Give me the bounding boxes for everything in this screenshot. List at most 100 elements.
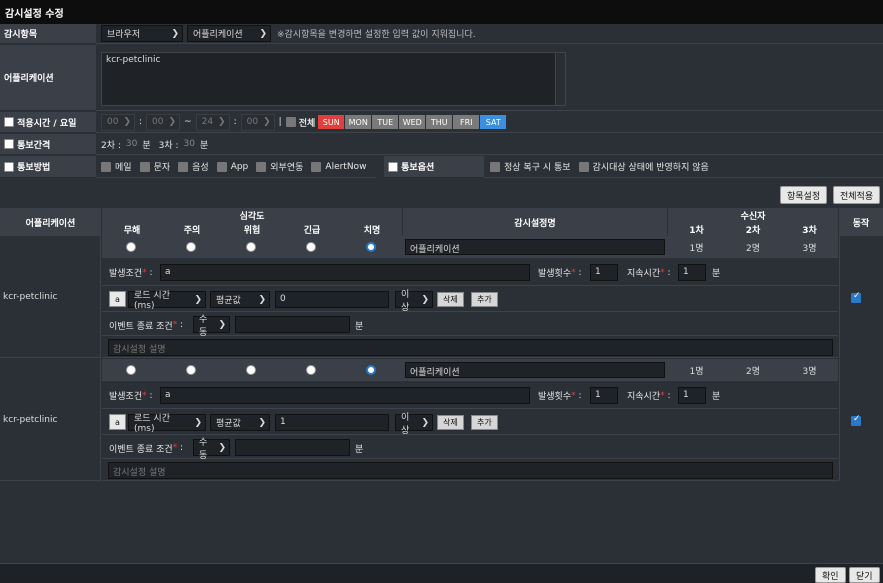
chevron-down-icon: ❯ — [168, 117, 177, 127]
chevron-down-icon: ❯ — [218, 319, 226, 330]
day-wed[interactable]: WED — [399, 115, 426, 129]
row2-delete-button[interactable]: 삭제 — [437, 415, 464, 430]
row2-desc-input[interactable]: 감시설정 설명 — [108, 462, 833, 479]
notify-method-checkbox[interactable] — [4, 161, 14, 172]
method-mail-checkbox[interactable] — [101, 161, 111, 172]
row1-count-label: 발생횟수 * : — [538, 267, 582, 280]
row2-radio-harmless[interactable] — [126, 365, 136, 375]
monitor-type-select[interactable]: 브라우저 ❯ — [101, 25, 183, 42]
chevron-down-icon: ❯ — [194, 294, 202, 305]
row1-duration-input[interactable]: 1 — [678, 264, 706, 281]
row1-end-input[interactable] — [235, 316, 350, 333]
option-recover-checkbox[interactable] — [490, 161, 500, 172]
row1-agg-select[interactable]: 평균값 ❯ — [210, 291, 270, 308]
row2-radio-critical[interactable] — [366, 365, 376, 375]
severity-caution: 주의 — [162, 222, 222, 236]
row2-name-input[interactable]: 어플리케이션 — [405, 362, 665, 378]
method-app-checkbox[interactable] — [216, 161, 227, 172]
row2-radio-urgent[interactable] — [306, 365, 316, 375]
row2-end-mode-select[interactable]: 수동 ❯ — [193, 438, 230, 461]
row2-end-label: 이벤트 종료 조건 * : — [109, 443, 184, 455]
second-value[interactable]: 30 — [126, 139, 137, 149]
row2-agg-select[interactable]: 평균값 ❯ — [210, 414, 270, 431]
row1-add-button[interactable]: 추가 — [471, 292, 498, 307]
receiver-1st: 1차 — [668, 222, 725, 236]
chevron-down-icon: ❯ — [421, 294, 429, 305]
col-severity: 심각도 — [102, 208, 402, 222]
row1-receiver-1[interactable]: 1명 — [668, 236, 725, 258]
row2-threshold-input[interactable]: 1 — [275, 414, 389, 431]
colon: : — [233, 117, 237, 127]
method-voice-checkbox[interactable] — [178, 161, 189, 172]
method-sms-checkbox[interactable] — [139, 161, 150, 172]
row2-radio-caution[interactable] — [186, 365, 196, 375]
row2-count-input[interactable]: 1 — [590, 387, 618, 404]
end-minute-select[interactable]: 00 ❯ — [240, 113, 275, 131]
row2-end-input[interactable] — [235, 439, 350, 456]
row1-radio-danger[interactable] — [246, 242, 256, 252]
row1-count-input[interactable]: 1 — [590, 264, 618, 281]
method-external-checkbox[interactable] — [256, 161, 267, 172]
option-noreflect-checkbox[interactable] — [578, 161, 589, 172]
row2-receiver-3[interactable]: 3명 — [781, 359, 838, 381]
monitor-item-row: 브라우저 ❯ 어플리케이션 ❯ ※감시항목을 변경하면 설정한 입력 값이 지워집니… — [96, 24, 883, 44]
row2-add-button[interactable]: 추가 — [471, 415, 498, 430]
row1-radio-caution[interactable] — [186, 242, 196, 252]
row1-name-input[interactable]: 어플리케이션 — [405, 239, 665, 255]
start-minute-select[interactable]: 00 ❯ — [146, 113, 181, 131]
row2-metric-select[interactable]: 로드 시간 (ms) ❯ — [128, 414, 206, 434]
chevron-down-icon: ❯ — [263, 117, 271, 127]
receiver-3rd: 3차 — [781, 222, 838, 236]
row1-enabled-checkbox[interactable] — [851, 291, 861, 303]
day-tue[interactable]: TUE — [372, 115, 399, 129]
application-textarea[interactable]: kcr-petclinic — [101, 52, 566, 106]
row1-delete-button[interactable]: 삭제 — [437, 292, 464, 307]
row1-threshold-input[interactable]: 0 — [275, 291, 389, 308]
day-sun[interactable]: SUN — [318, 115, 345, 129]
row1-receiver-3[interactable]: 3명 — [781, 236, 838, 258]
notify-interval-checkbox[interactable] — [4, 139, 14, 149]
item-settings-button[interactable]: 항목설정 — [780, 186, 828, 204]
day-fri[interactable]: FRI — [453, 115, 480, 129]
row2-enabled-checkbox[interactable] — [851, 414, 861, 426]
close-button[interactable]: 닫기 — [849, 567, 880, 583]
day-mon[interactable]: MON — [345, 115, 372, 129]
row2-op-select[interactable]: 이상 ❯ — [395, 413, 433, 436]
row2-receiver-2[interactable]: 2명 — [725, 359, 781, 381]
row2-cond-input[interactable]: a — [160, 387, 530, 404]
row1-op-select[interactable]: 이상 ❯ — [395, 290, 433, 313]
confirm-button[interactable]: 확인 — [815, 567, 846, 583]
row1-receiver-2[interactable]: 2명 — [725, 236, 781, 258]
row2-app: kcr-petclinic — [3, 415, 58, 425]
row1-cond-input[interactable]: a — [160, 264, 530, 281]
row1-metric-select[interactable]: 로드 시간 (ms) ❯ — [128, 291, 206, 311]
row1-app: kcr-petclinic — [3, 292, 58, 302]
day-sat[interactable]: SAT — [480, 115, 507, 129]
notify-option-label: 통보옵션 — [384, 156, 484, 178]
monitor-target-select[interactable]: 어플리케이션 ❯ — [187, 25, 271, 42]
day-thu[interactable]: THU — [426, 115, 453, 129]
scrollbar[interactable] — [555, 53, 565, 105]
row2-receiver-1[interactable]: 1명 — [668, 359, 725, 381]
divider — [839, 236, 840, 358]
notify-option-row: 정상 복구 시 통보 감시대상 상태에 반영하지 않음 — [484, 156, 883, 178]
dialog-title: 감시설정 수정 — [0, 0, 883, 24]
all-days-checkbox[interactable] — [285, 117, 296, 127]
row1-duration-label: 지속시간 * : — [627, 267, 671, 280]
row1-radio-urgent[interactable] — [306, 242, 316, 252]
row1-desc-input[interactable]: 감시설정 설명 — [108, 339, 833, 356]
notify-option-checkbox[interactable] — [388, 161, 398, 172]
apply-all-button[interactable]: 전체적용 — [833, 186, 881, 204]
third-value[interactable]: 30 — [184, 139, 195, 149]
row1-radio-critical[interactable] — [366, 242, 376, 252]
row1-end-mode-select[interactable]: 수동 ❯ — [193, 315, 230, 338]
row1-radio-harmless[interactable] — [126, 242, 136, 252]
start-hour-select[interactable]: 00 ❯ — [101, 113, 135, 131]
apply-time-checkbox[interactable] — [4, 117, 14, 127]
row1-duration-unit: 분 — [712, 269, 721, 279]
row2-duration-input[interactable]: 1 — [678, 387, 706, 404]
method-alertnow-checkbox[interactable] — [311, 161, 322, 172]
row1-end-unit: 분 — [355, 321, 364, 332]
end-hour-select[interactable]: 24 ❯ — [195, 113, 230, 131]
row2-radio-danger[interactable] — [246, 365, 256, 375]
